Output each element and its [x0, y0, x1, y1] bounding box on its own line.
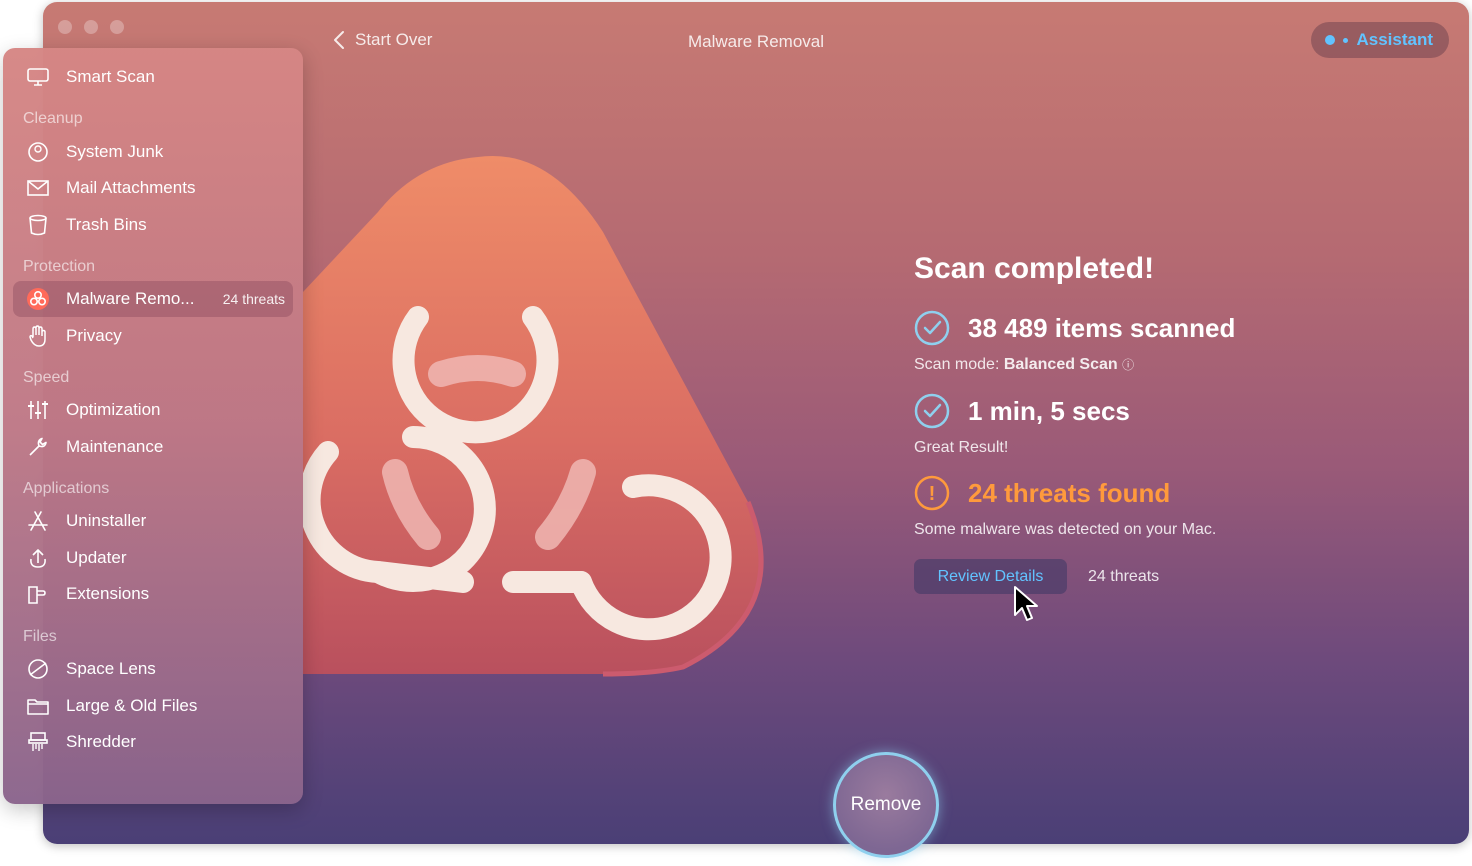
assistant-button[interactable]: Assistant [1311, 22, 1449, 58]
sidebar: Smart Scan Cleanup System Junk Mail Atta… [3, 48, 303, 804]
system-junk-icon [25, 139, 51, 165]
sidebar-item-label: Malware Remo... [66, 289, 195, 308]
sidebar-item-large-old-files[interactable]: Large & Old Files [13, 688, 293, 724]
section-applications: Applications [23, 480, 110, 497]
sidebar-item-label: Uninstaller [66, 511, 147, 530]
info-icon[interactable]: ⓘ [1122, 358, 1134, 372]
sidebar-item-label: Privacy [66, 326, 122, 345]
sidebar-item-label: Maintenance [66, 437, 164, 456]
sidebar-item-space-lens[interactable]: Space Lens [13, 651, 293, 687]
items-scanned-text: 38 489 items scanned [968, 312, 1236, 343]
sidebar-item-label: System Junk [66, 142, 164, 161]
sidebar-item-label: Smart Scan [66, 67, 155, 86]
check-circle-icon [914, 393, 950, 429]
threats-badge: 24 threats [222, 291, 285, 307]
duration-row: 1 min, 5 secs [914, 393, 1130, 429]
threats-subtext: Some malware was detected on your Mac. [914, 521, 1217, 538]
biohazard-hero-icon [298, 152, 773, 687]
sidebar-item-label: Extensions [66, 584, 150, 603]
sidebar-item-extensions[interactable]: Extensions [13, 576, 293, 612]
folder-icon [25, 693, 51, 719]
remove-button[interactable]: Remove [833, 752, 939, 858]
envelope-icon [25, 175, 51, 201]
review-details-button[interactable]: Review Details [914, 559, 1067, 594]
trash-icon [25, 212, 51, 238]
scan-mode-value: Balanced Scan [1003, 356, 1118, 373]
sidebar-item-label: Optimization [66, 400, 161, 419]
hand-icon [25, 323, 51, 349]
sidebar-item-label: Updater [66, 548, 127, 567]
duration-text: 1 min, 5 secs [968, 395, 1130, 426]
sidebar-item-system-junk[interactable]: System Junk [13, 134, 293, 170]
sidebar-item-privacy[interactable]: Privacy [13, 318, 293, 354]
app-store-icon [25, 508, 51, 534]
space-lens-icon [25, 656, 51, 682]
updater-icon [25, 545, 51, 571]
sidebar-item-uninstaller[interactable]: Uninstaller [13, 503, 293, 539]
assistant-small-dot-icon [1343, 37, 1349, 43]
threats-row: ! 24 threats found [914, 475, 1170, 511]
sidebar-item-optimization[interactable]: Optimization [13, 392, 293, 428]
check-circle-icon [914, 310, 950, 346]
sidebar-item-label: Mail Attachments [66, 178, 196, 197]
sidebar-item-smart-scan[interactable]: Smart Scan [13, 59, 293, 95]
warning-mark: ! [929, 483, 936, 505]
wrench-icon [25, 434, 51, 460]
shredder-icon [25, 729, 51, 755]
sidebar-item-malware-removal[interactable]: Malware Remo... 24 threats [13, 281, 293, 317]
sidebar-item-label: Trash Bins [66, 215, 147, 234]
section-files: Files [23, 628, 57, 645]
items-scanned-row: 38 489 items scanned [914, 310, 1235, 346]
section-protection: Protection [23, 258, 96, 275]
duration-subtext: Great Result! [914, 439, 1009, 456]
threats-found-text: 24 threats found [968, 477, 1171, 508]
scan-completed-title: Scan completed! [914, 252, 1155, 285]
scan-mode-label: Scan mode: [914, 356, 1000, 373]
sidebar-item-shredder[interactable]: Shredder [13, 724, 293, 760]
monitor-icon [25, 64, 51, 90]
sidebar-item-maintenance[interactable]: Maintenance [13, 429, 293, 465]
sidebar-item-mail-attachments[interactable]: Mail Attachments [13, 170, 293, 206]
sidebar-item-updater[interactable]: Updater [13, 540, 293, 576]
biohazard-icon [25, 286, 51, 312]
mouse-pointer-icon [1013, 585, 1041, 630]
sliders-icon [25, 397, 51, 423]
sidebar-item-label: Shredder [66, 732, 136, 751]
review-threats-count: 24 threats [1088, 568, 1160, 585]
sidebar-item-label: Large & Old Files [66, 696, 198, 715]
assistant-label: Assistant [1356, 30, 1433, 49]
section-speed: Speed [23, 369, 70, 386]
sidebar-item-label: Space Lens [66, 659, 156, 678]
assistant-dot-icon [1325, 35, 1336, 45]
warning-circle-icon: ! [914, 475, 950, 511]
sidebar-item-trash-bins[interactable]: Trash Bins [13, 207, 293, 243]
extensions-icon [25, 581, 51, 607]
section-cleanup: Cleanup [23, 110, 83, 127]
scan-mode-text: Scan mode: Balanced Scan ⓘ [914, 356, 1134, 374]
